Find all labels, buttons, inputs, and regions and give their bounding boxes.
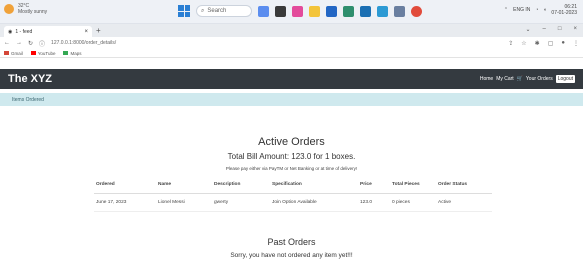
nav-your-orders[interactable]: Your Orders bbox=[526, 76, 553, 82]
sidebar-icon[interactable]: ▢ bbox=[548, 40, 554, 47]
clock[interactable]: 06:21 07-01-2023 bbox=[551, 4, 577, 16]
taskbar-search-label: Search bbox=[207, 8, 227, 14]
chrome-icon[interactable] bbox=[411, 5, 422, 17]
table-header-row: Ordered Name Description Specification P… bbox=[94, 177, 492, 194]
cell-specification: Join Option Available bbox=[270, 193, 358, 212]
chevron-up-icon[interactable]: ⌃ bbox=[504, 7, 508, 13]
vscode-icon[interactable] bbox=[377, 5, 388, 17]
minimize-button[interactable]: – bbox=[543, 26, 546, 33]
cell-name: Lionel Messi bbox=[156, 193, 212, 212]
widgets-icon[interactable] bbox=[275, 5, 286, 17]
globe-icon: ◉ bbox=[8, 28, 13, 35]
clock-date: 07-01-2023 bbox=[551, 10, 577, 16]
col-total-pieces: Total Pieces bbox=[390, 177, 436, 194]
more-menu-icon[interactable]: ⋮ bbox=[573, 40, 579, 47]
share-icon[interactable]: ⇪ bbox=[508, 40, 513, 47]
weather-desc: Mostly sunny bbox=[18, 9, 48, 15]
browser-tab[interactable]: ◉ 1 - feed × bbox=[4, 26, 92, 37]
volume-icon[interactable]: ◖ bbox=[543, 7, 546, 13]
cell-ordered: June 17, 2023 bbox=[94, 193, 156, 212]
cell-order-status: Active bbox=[436, 193, 492, 212]
past-orders-message: Sorry, you have not ordered any item yet… bbox=[230, 252, 353, 259]
forward-icon[interactable]: → bbox=[16, 40, 22, 46]
cell-description: gwerty bbox=[212, 193, 270, 212]
taskbar-apps: ⌕ Search bbox=[178, 5, 422, 17]
app-icon-grey[interactable] bbox=[394, 5, 405, 17]
extensions-icon[interactable]: ✱ bbox=[535, 40, 540, 47]
wifi-icon[interactable]: ◔ bbox=[535, 7, 538, 13]
table-row: June 17, 2023 Lionel Messi gwerty Join O… bbox=[94, 193, 492, 212]
maximize-button[interactable]: □ bbox=[558, 26, 562, 33]
close-icon[interactable]: × bbox=[84, 29, 88, 35]
cell-total-pieces: 0 pieces bbox=[390, 193, 436, 212]
chat-icon[interactable] bbox=[292, 5, 303, 17]
reload-icon[interactable]: ↻ bbox=[28, 40, 33, 47]
weather-widget[interactable]: 32°C Mostly sunny bbox=[4, 3, 47, 15]
sun-icon bbox=[4, 4, 14, 14]
task-view-icon[interactable] bbox=[258, 5, 269, 17]
new-tab-button[interactable]: + bbox=[96, 26, 101, 35]
maps-icon bbox=[63, 51, 69, 55]
star-icon[interactable]: ☆ bbox=[521, 40, 526, 47]
address-bar: ← → ↻ ⓘ 127.0.0.1:8000/order_details/ ⇪ … bbox=[0, 37, 583, 49]
youtube-icon bbox=[30, 51, 36, 55]
bookmarks-bar: Gmail YouTube Maps bbox=[0, 49, 583, 58]
search-icon: ⌕ bbox=[201, 7, 205, 14]
nav-home[interactable]: Home bbox=[480, 76, 493, 82]
cart-icon: 🛒 bbox=[516, 76, 523, 82]
app-icon-blue[interactable] bbox=[326, 5, 337, 17]
language-indicator[interactable]: ENG IN bbox=[513, 7, 530, 13]
bookmark-maps[interactable]: Maps bbox=[63, 51, 81, 56]
active-orders-table: Ordered Name Description Specification P… bbox=[94, 177, 492, 212]
payment-note: Please pay either via PayTM or Net Banki… bbox=[225, 166, 358, 171]
profile-icon[interactable]: ● bbox=[561, 40, 565, 47]
col-specification: Specification bbox=[270, 177, 358, 194]
close-window-button[interactable]: × bbox=[573, 26, 577, 33]
total-bill-amount: Total Bill Amount: 123.0 for 1 boxes. bbox=[227, 152, 356, 161]
brand-logo[interactable]: The XYZ bbox=[8, 73, 52, 85]
nav-links: Home My Cart 🛒 Your Orders Logout bbox=[480, 75, 575, 83]
windows-taskbar: 32°C Mostly sunny ⌕ Search ⌃ ENG IN ◔ ◖ … bbox=[0, 0, 583, 24]
bookmark-gmail[interactable]: Gmail bbox=[4, 51, 23, 56]
alert-text: Items Ordered bbox=[12, 96, 44, 103]
cell-price: 123.0 bbox=[358, 193, 390, 212]
window-controls: ⌄ – □ × bbox=[525, 26, 577, 33]
windows-start-icon[interactable] bbox=[178, 5, 190, 17]
nav-my-cart[interactable]: My Cart bbox=[496, 76, 514, 82]
edge-icon[interactable] bbox=[343, 5, 354, 17]
chevron-down-icon[interactable]: ⌄ bbox=[525, 26, 530, 33]
past-orders-heading: Past Orders bbox=[267, 237, 316, 247]
tab-title: 1 - feed bbox=[15, 28, 33, 35]
app-icon-dark-blue[interactable] bbox=[360, 5, 371, 17]
site-navbar: The XYZ Home My Cart 🛒 Your Orders Logou… bbox=[0, 69, 583, 89]
active-orders-heading: Active Orders bbox=[258, 136, 325, 148]
browser-tab-bar: ◉ 1 - feed × + ⌄ – □ × bbox=[0, 24, 583, 37]
bookmark-youtube[interactable]: YouTube bbox=[30, 51, 55, 56]
col-price: Price bbox=[358, 177, 390, 194]
info-icon[interactable]: ⓘ bbox=[39, 39, 45, 48]
taskbar-search[interactable]: ⌕ Search bbox=[196, 5, 252, 17]
gmail-icon bbox=[4, 51, 9, 55]
back-icon[interactable]: ← bbox=[4, 40, 10, 46]
col-ordered: Ordered bbox=[94, 177, 156, 194]
col-name: Name bbox=[156, 177, 212, 194]
col-description: Description bbox=[212, 177, 270, 194]
url-field[interactable]: 127.0.0.1:8000/order_details/ bbox=[51, 40, 116, 46]
system-tray: ⌃ ENG IN ◔ ◖ 06:21 07-01-2023 bbox=[504, 4, 577, 16]
col-order-status: Order Status bbox=[436, 177, 492, 194]
file-explorer-icon[interactable] bbox=[309, 5, 320, 17]
alert-items-ordered: Items Ordered bbox=[0, 93, 583, 106]
logout-button[interactable]: Logout bbox=[555, 75, 575, 83]
